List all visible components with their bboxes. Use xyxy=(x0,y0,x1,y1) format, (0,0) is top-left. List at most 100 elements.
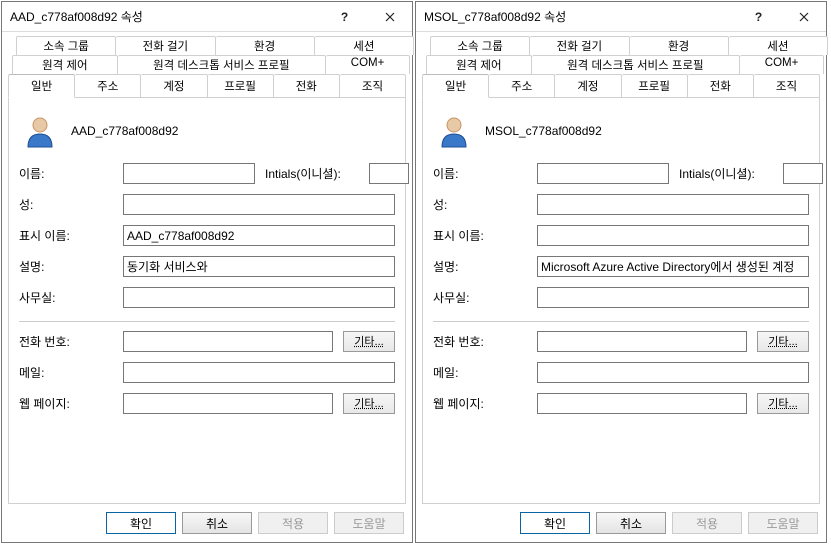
phone-other-button[interactable]: 기타... xyxy=(757,331,809,352)
initials-label: Intials(이니셜): xyxy=(265,165,365,182)
tab-account[interactable]: 계정 xyxy=(555,74,621,97)
tab-panel-general: MSOL_c778af008d92 이름: Intials(이니셜): 성: 표… xyxy=(422,97,820,504)
lastname-input[interactable] xyxy=(537,194,809,215)
lastname-input[interactable] xyxy=(123,194,395,215)
window-title: AAD_c778af008d92 속성 xyxy=(10,8,322,25)
identity-name: AAD_c778af008d92 xyxy=(71,124,178,138)
description-label: 설명: xyxy=(433,258,533,275)
window-title: MSOL_c778af008d92 속성 xyxy=(424,8,736,25)
tab-profile[interactable]: 프로필 xyxy=(622,74,688,97)
tab-environment[interactable]: 환경 xyxy=(216,36,315,55)
titlebar: AAD_c778af008d92 속성 ? xyxy=(2,2,412,32)
tab-telephones[interactable]: 전화 xyxy=(274,74,340,97)
tab-panel-general: AAD_c778af008d92 이름: Intials(이니셜): 성: 표시… xyxy=(8,97,406,504)
mail-input[interactable] xyxy=(537,362,809,383)
ok-button[interactable]: 확인 xyxy=(106,512,176,534)
close-button[interactable] xyxy=(781,2,826,31)
office-label: 사무실: xyxy=(433,289,533,306)
tab-address[interactable]: 주소 xyxy=(75,74,141,97)
firstname-label: 이름: xyxy=(433,165,533,182)
tab-rds-profile[interactable]: 원격 데스크톱 서비스 프로필 xyxy=(532,55,740,74)
display-input[interactable] xyxy=(123,225,395,246)
apply-button[interactable]: 적용 xyxy=(672,512,742,534)
web-input[interactable] xyxy=(537,393,747,414)
dialog-footer: 확인 취소 적용 도움말 xyxy=(2,504,412,542)
tab-organization[interactable]: 조직 xyxy=(340,74,406,97)
web-other-button[interactable]: 기타... xyxy=(343,393,395,414)
tab-session[interactable]: 세션 xyxy=(315,36,414,55)
mail-label: 메일: xyxy=(19,364,119,381)
tabs: 소속 그룹 전화 걸기 환경 세션 원격 제어 원격 데스크톱 서비스 프로필 … xyxy=(416,32,826,97)
phone-other-button[interactable]: 기타... xyxy=(343,331,395,352)
user-icon xyxy=(23,114,57,148)
tab-member-of[interactable]: 소속 그룹 xyxy=(430,36,530,55)
office-input[interactable] xyxy=(123,287,395,308)
tab-remote-control[interactable]: 원격 제어 xyxy=(426,55,532,74)
cancel-button[interactable]: 취소 xyxy=(182,512,252,534)
tab-general[interactable]: 일반 xyxy=(8,74,75,98)
web-label: 웹 페이지: xyxy=(433,395,533,412)
office-input[interactable] xyxy=(537,287,809,308)
phone-label: 전화 번호: xyxy=(19,333,119,350)
tab-telephones[interactable]: 전화 xyxy=(688,74,754,97)
firstname-input[interactable] xyxy=(123,163,255,184)
tab-environment[interactable]: 환경 xyxy=(630,36,729,55)
office-label: 사무실: xyxy=(19,289,119,306)
tab-dialin[interactable]: 전화 걸기 xyxy=(530,36,629,55)
mail-label: 메일: xyxy=(433,364,533,381)
firstname-input[interactable] xyxy=(537,163,669,184)
tab-complus[interactable]: COM+ xyxy=(326,55,410,74)
titlebar: MSOL_c778af008d92 속성 ? xyxy=(416,2,826,32)
firstname-label: 이름: xyxy=(19,165,119,182)
phone-label: 전화 번호: xyxy=(433,333,533,350)
user-icon xyxy=(437,114,471,148)
phone-input[interactable] xyxy=(537,331,747,352)
apply-button[interactable]: 적용 xyxy=(258,512,328,534)
separator xyxy=(19,321,395,322)
close-icon xyxy=(799,12,809,22)
tabs: 소속 그룹 전화 걸기 환경 세션 원격 제어 원격 데스크톱 서비스 프로필 … xyxy=(2,32,412,97)
tab-rds-profile[interactable]: 원격 데스크톱 서비스 프로필 xyxy=(118,55,326,74)
tab-member-of[interactable]: 소속 그룹 xyxy=(16,36,116,55)
identity-name: MSOL_c778af008d92 xyxy=(485,124,602,138)
tab-account[interactable]: 계정 xyxy=(141,74,207,97)
phone-input[interactable] xyxy=(123,331,333,352)
dialog-msol: MSOL_c778af008d92 속성 ? 소속 그룹 전화 걸기 환경 세션… xyxy=(415,1,827,543)
description-input[interactable] xyxy=(537,256,809,277)
web-other-button[interactable]: 기타... xyxy=(757,393,809,414)
tab-session[interactable]: 세션 xyxy=(729,36,828,55)
description-label: 설명: xyxy=(19,258,119,275)
help-title-button[interactable]: ? xyxy=(322,2,367,31)
initials-label: Intials(이니셜): xyxy=(679,165,779,182)
help-title-button[interactable]: ? xyxy=(736,2,781,31)
separator xyxy=(433,321,809,322)
identity-row: MSOL_c778af008d92 xyxy=(433,110,809,158)
dialog-aad: AAD_c778af008d92 속성 ? 소속 그룹 전화 걸기 환경 세션 … xyxy=(1,1,413,543)
display-label: 표시 이름: xyxy=(19,227,119,244)
dialog-footer: 확인 취소 적용 도움말 xyxy=(416,504,826,542)
web-label: 웹 페이지: xyxy=(19,395,119,412)
tab-profile[interactable]: 프로필 xyxy=(208,74,274,97)
help-button[interactable]: 도움말 xyxy=(748,512,818,534)
description-input[interactable] xyxy=(123,256,395,277)
web-input[interactable] xyxy=(123,393,333,414)
tab-address[interactable]: 주소 xyxy=(489,74,555,97)
lastname-label: 성: xyxy=(19,196,119,213)
display-input[interactable] xyxy=(537,225,809,246)
help-button[interactable]: 도움말 xyxy=(334,512,404,534)
mail-input[interactable] xyxy=(123,362,395,383)
close-icon xyxy=(385,12,395,22)
ok-button[interactable]: 확인 xyxy=(520,512,590,534)
display-label: 표시 이름: xyxy=(433,227,533,244)
tab-dialin[interactable]: 전화 걸기 xyxy=(116,36,215,55)
tab-organization[interactable]: 조직 xyxy=(754,74,820,97)
tab-remote-control[interactable]: 원격 제어 xyxy=(12,55,118,74)
close-button[interactable] xyxy=(367,2,412,31)
cancel-button[interactable]: 취소 xyxy=(596,512,666,534)
initials-input[interactable] xyxy=(369,163,409,184)
tab-general[interactable]: 일반 xyxy=(422,74,489,98)
identity-row: AAD_c778af008d92 xyxy=(19,110,395,158)
lastname-label: 성: xyxy=(433,196,533,213)
tab-complus[interactable]: COM+ xyxy=(740,55,824,74)
initials-input[interactable] xyxy=(783,163,823,184)
